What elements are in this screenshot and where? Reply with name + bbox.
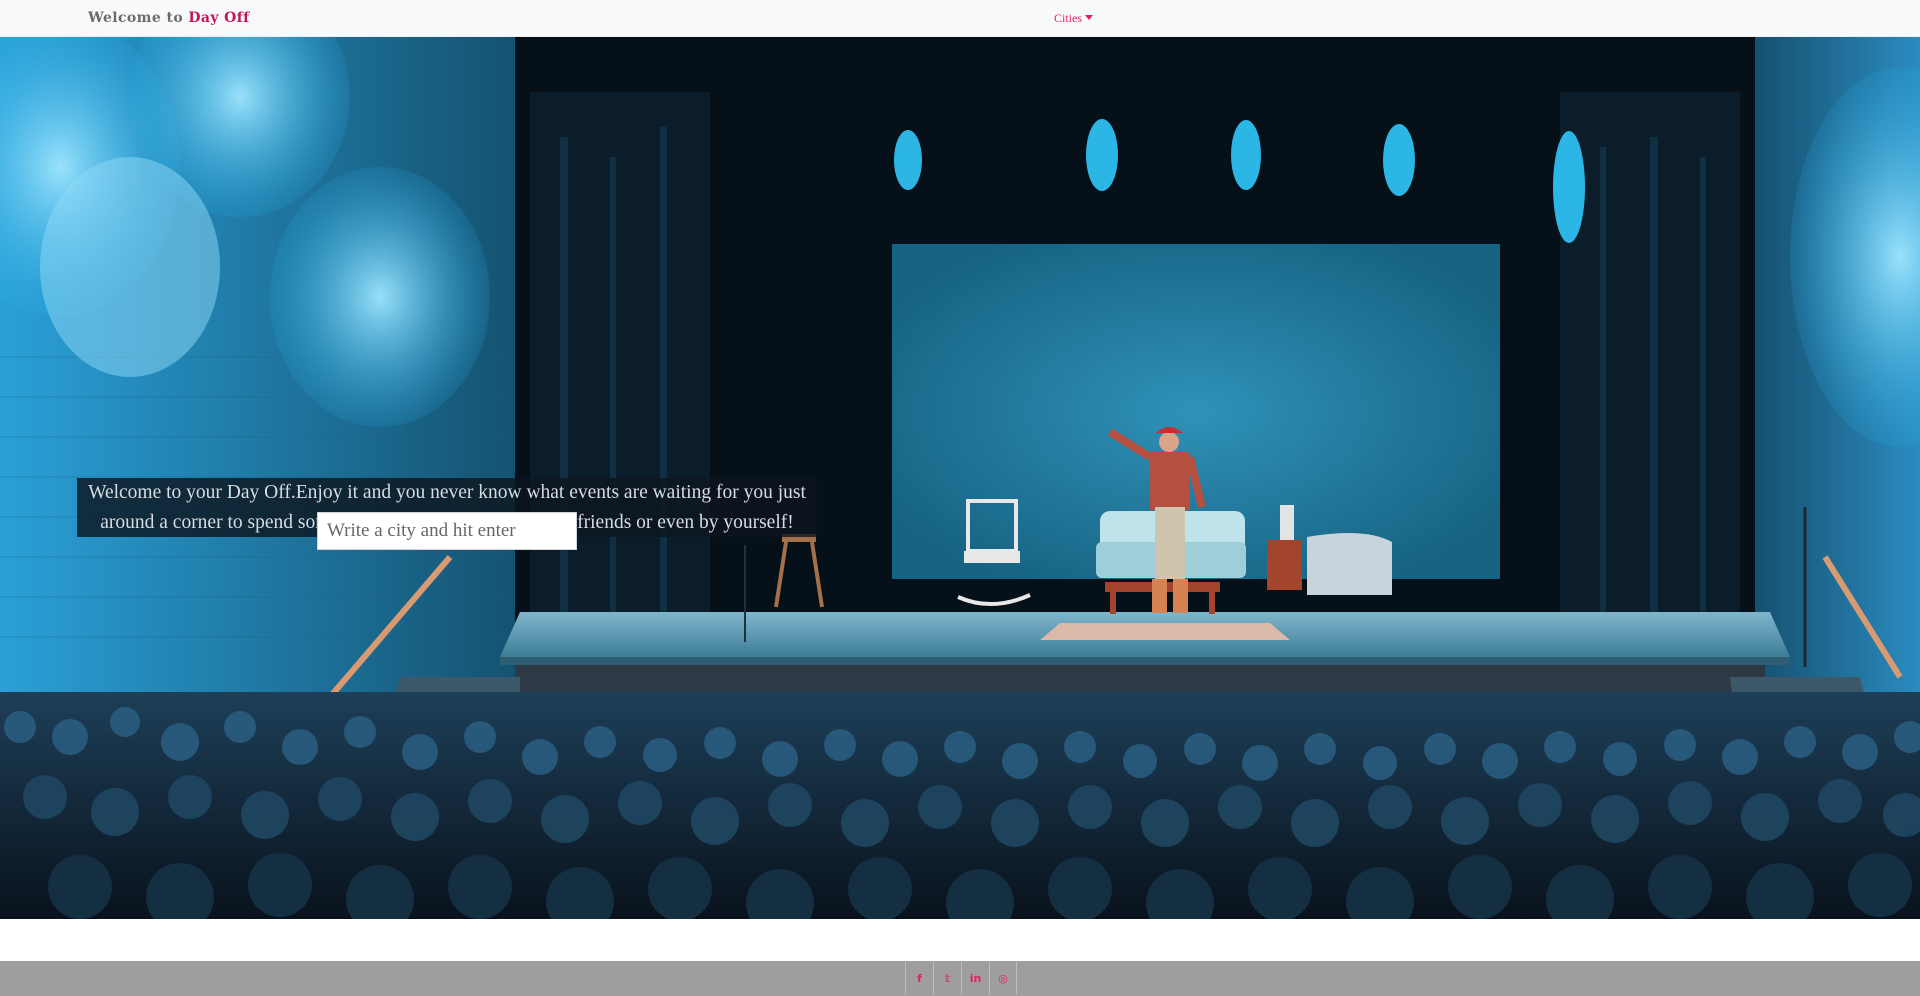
footer: f 𝕥 in ◎ xyxy=(0,961,1920,996)
hero-section: Welcome to your Day Off.Enjoy it and you… xyxy=(0,37,1920,919)
brand-link[interactable]: Welcome to Day Off xyxy=(88,10,250,26)
brand-prefix: Welcome to xyxy=(88,10,189,26)
linkedin-icon[interactable]: in xyxy=(961,962,989,995)
cities-dropdown-label: Cities xyxy=(1054,11,1083,25)
twitter-icon[interactable]: 𝕥 xyxy=(933,962,961,995)
city-search-input[interactable] xyxy=(317,512,577,550)
social-links: f 𝕥 in ◎ xyxy=(905,962,1017,995)
caret-down-icon xyxy=(1085,15,1094,20)
cities-dropdown[interactable]: Cities xyxy=(1054,11,1094,26)
github-icon[interactable]: ◎ xyxy=(989,962,1017,995)
brand-name: Day Off xyxy=(188,10,250,26)
facebook-icon[interactable]: f xyxy=(905,962,933,995)
top-navbar: Welcome to Day Off Cities xyxy=(0,0,1920,37)
